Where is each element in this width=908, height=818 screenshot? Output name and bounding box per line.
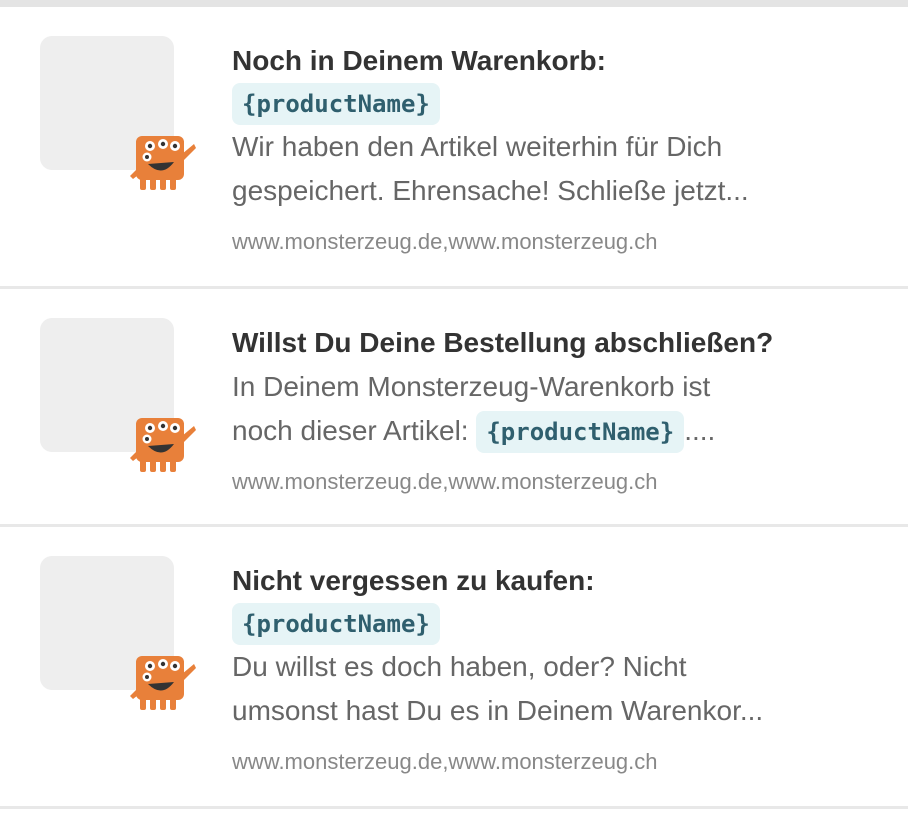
- monster-logo-icon: [130, 418, 196, 472]
- notification-card-1[interactable]: Noch in Deinem Warenkorb: {productName} …: [0, 7, 908, 289]
- top-divider: [0, 0, 908, 7]
- product-name-placeholder: {productName}: [232, 83, 440, 125]
- notification-title: Willst Du Deine Bestellung abschließen?: [232, 327, 774, 358]
- notification-body-line-2: noch dieser Artikel: {productName}....: [232, 409, 872, 453]
- notification-body-line-1: Du willst es doch haben, oder? Nicht: [232, 651, 687, 682]
- notification-body-line-1: Wir haben den Artikel weiterhin für Dich: [232, 131, 723, 162]
- product-name-placeholder: {productName}: [232, 603, 440, 645]
- monster-logo-icon: [130, 656, 196, 710]
- notification-body-line-1: In Deinem Monsterzeug-Warenkorb ist: [232, 371, 711, 402]
- monster-logo-icon: [130, 136, 196, 190]
- notification-body-line-2: gespeichert. Ehrensache! Schließe jetzt.…: [232, 175, 749, 206]
- notification-card-2[interactable]: Willst Du Deine Bestellung abschließen? …: [0, 289, 908, 527]
- body-text-suffix: ....: [684, 415, 716, 446]
- notification-url: www.monsterzeug.de,www.monsterzeug.ch: [232, 229, 658, 254]
- body-text-prefix: noch dieser Artikel:: [232, 415, 469, 446]
- product-name-placeholder: {productName}: [476, 411, 685, 453]
- notification-body-line-2: umsonst hast Du es in Deinem Warenkor...: [232, 695, 764, 726]
- notification-title: Noch in Deinem Warenkorb:: [232, 45, 606, 76]
- notification-url: www.monsterzeug.de,www.monsterzeug.ch: [232, 749, 658, 774]
- notification-url: www.monsterzeug.de,www.monsterzeug.ch: [232, 469, 658, 494]
- notification-title: Nicht vergessen zu kaufen:: [232, 565, 595, 596]
- notification-card-3[interactable]: Nicht vergessen zu kaufen: {productName}…: [0, 527, 908, 809]
